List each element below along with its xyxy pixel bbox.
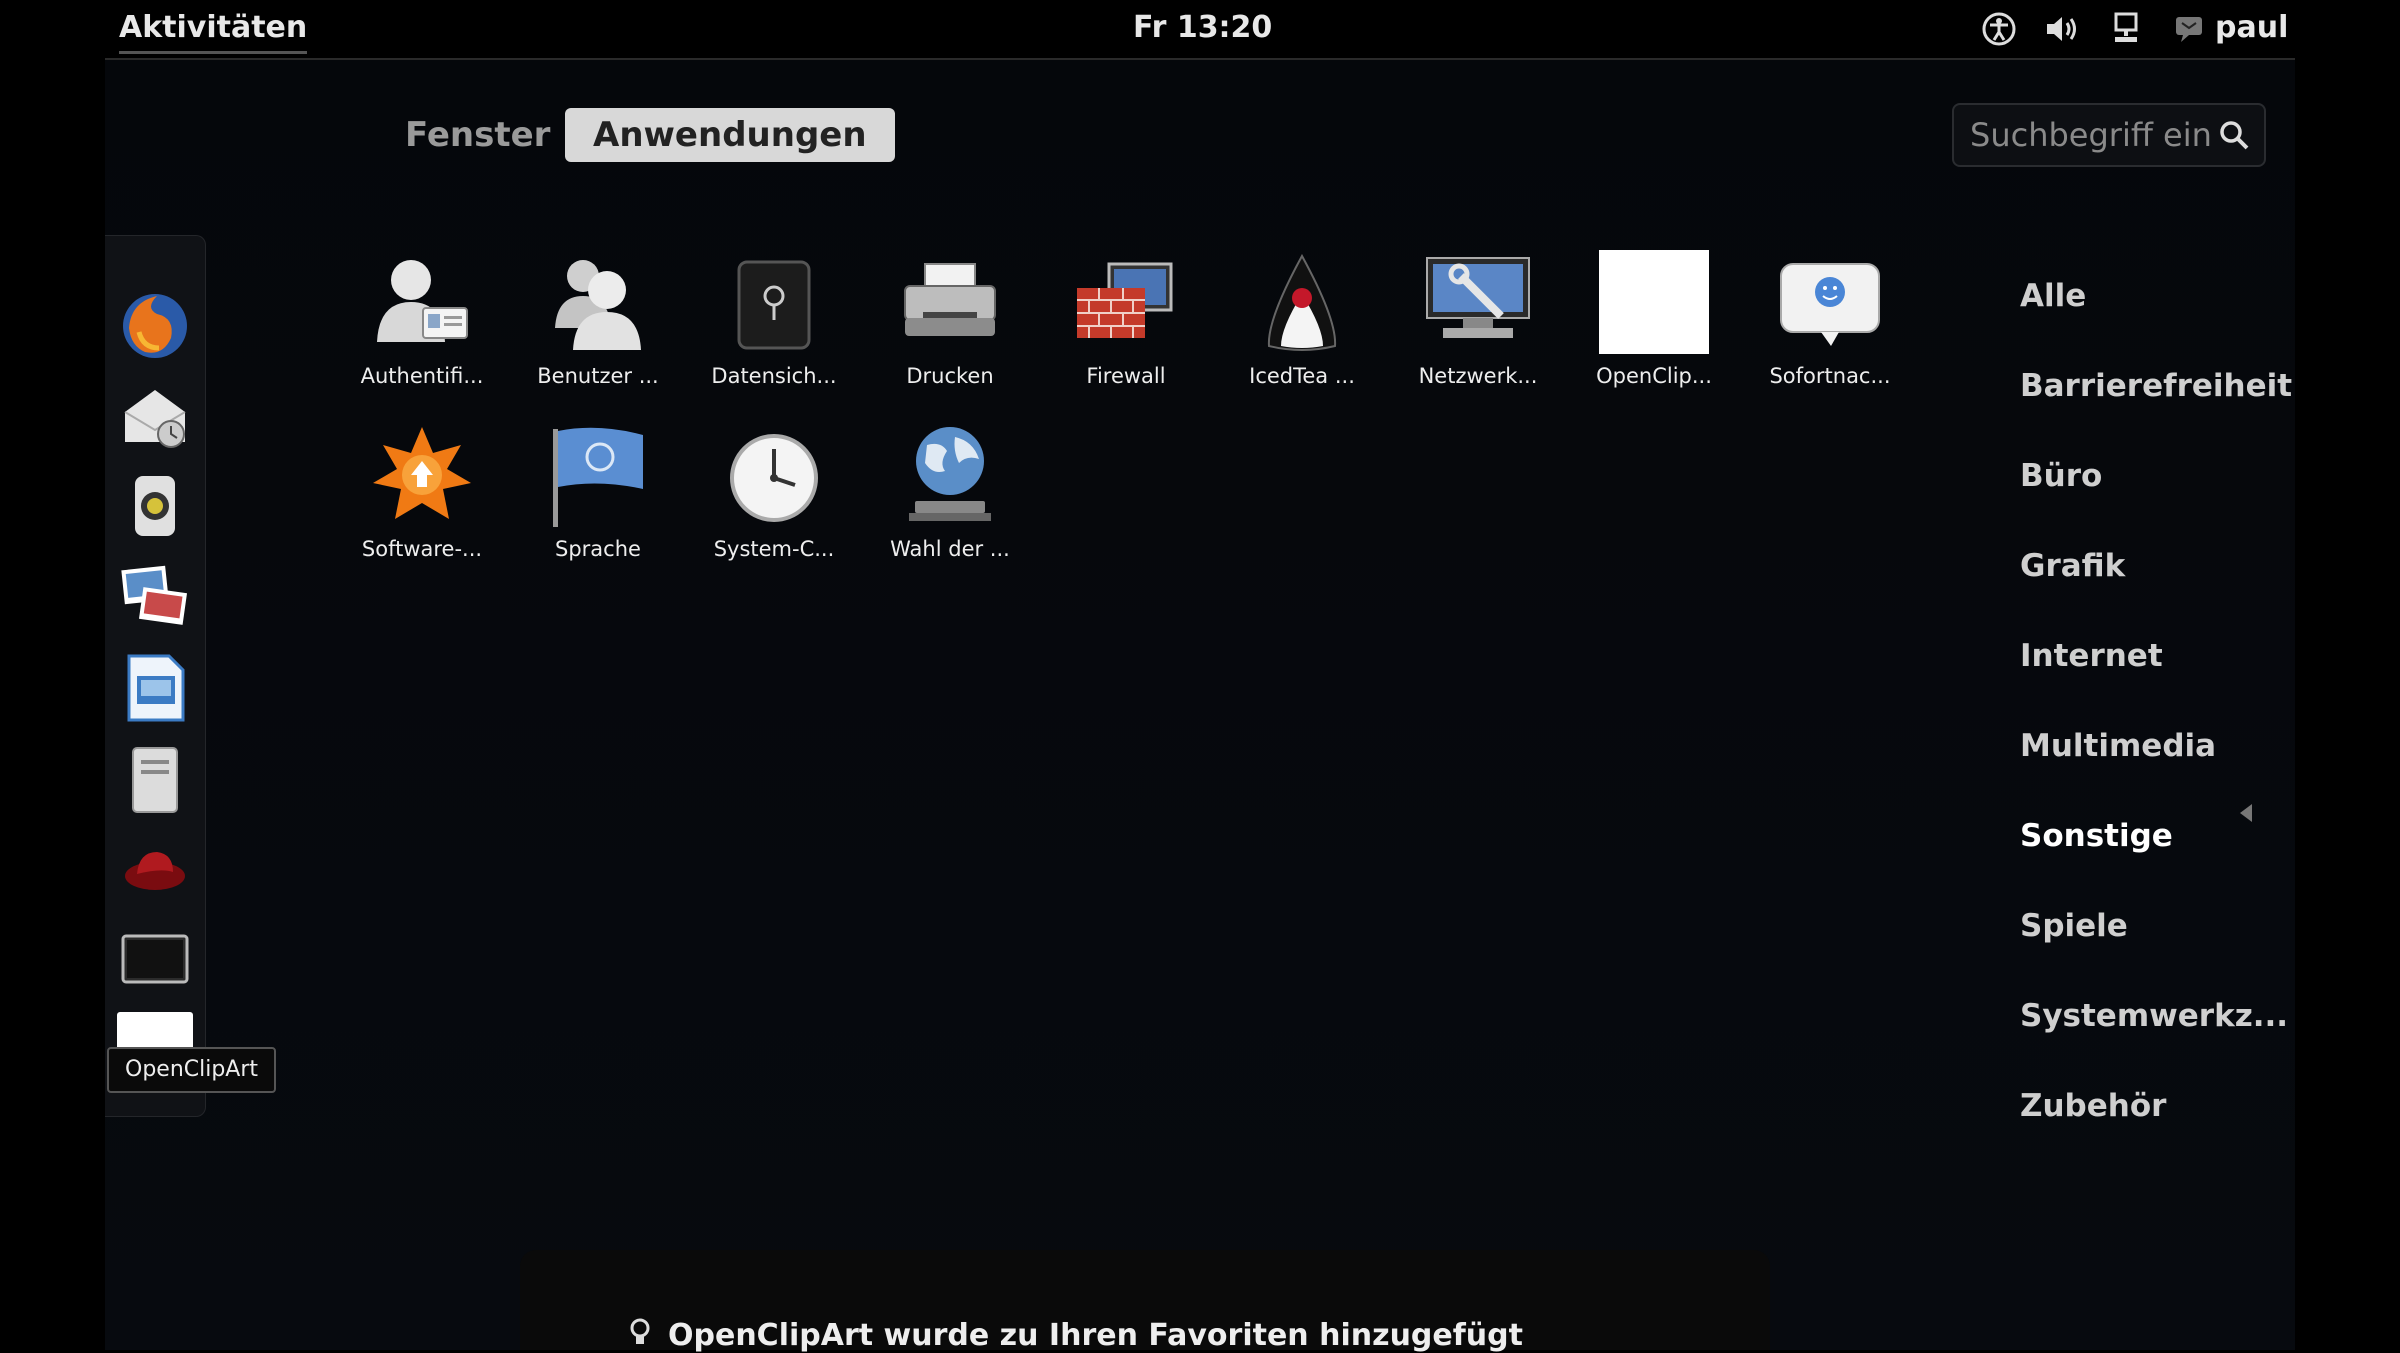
category-other[interactable]: Sonstige xyxy=(2020,818,2173,854)
app-label: System-C... xyxy=(713,537,835,561)
users-icon xyxy=(555,260,641,350)
category-games[interactable]: Spiele xyxy=(2020,908,2128,944)
user-menu[interactable]: paul xyxy=(2215,10,2288,45)
terminal-icon[interactable] xyxy=(117,922,193,998)
firefox-icon[interactable] xyxy=(117,288,193,364)
tab-applications[interactable]: Anwendungen xyxy=(565,108,895,162)
selected-category-arrow-icon xyxy=(2240,804,2252,822)
app-label: Wahl der ... xyxy=(890,537,1010,561)
clock[interactable]: Fr 13:20 xyxy=(1133,10,1272,45)
lightbulb-icon xyxy=(630,1318,650,1344)
firewall-icon xyxy=(1077,262,1173,338)
app-language[interactable]: Sprache xyxy=(513,423,683,561)
search-icon xyxy=(2220,121,2249,150)
category-graphics[interactable]: Grafik xyxy=(2020,548,2125,584)
redhat-icon[interactable] xyxy=(117,832,193,908)
globe-icon xyxy=(909,427,991,521)
software-update-icon xyxy=(373,427,471,519)
category-office[interactable]: Büro xyxy=(2020,458,2102,494)
rhythmbox-icon[interactable] xyxy=(117,468,193,544)
search-input[interactable] xyxy=(1968,115,2222,155)
shotwell-icon[interactable] xyxy=(117,558,193,634)
app-mirror-choice[interactable]: Wahl der ... xyxy=(865,423,1035,561)
app-label: Firewall xyxy=(1086,364,1166,388)
category-system-tools[interactable]: Systemwerkz... xyxy=(2020,998,2288,1034)
app-backup[interactable]: Datensich... xyxy=(689,250,859,388)
app-empathy[interactable]: Sofortnac... xyxy=(1745,250,1915,388)
volume-icon[interactable] xyxy=(2043,12,2081,46)
backup-safe-icon xyxy=(737,260,811,350)
tab-windows[interactable]: Fenster xyxy=(377,108,578,162)
category-all[interactable]: Alle xyxy=(2020,278,2086,314)
openclipart-icon xyxy=(1599,250,1709,354)
notification-text: OpenClipArt wurde zu Ihren Favoriten hin… xyxy=(668,1318,1523,1353)
category-multimedia[interactable]: Multimedia xyxy=(2020,728,2216,764)
printer-icon xyxy=(904,263,996,336)
app-openclipart[interactable]: OpenClip... xyxy=(1569,250,1739,388)
app-icedtea[interactable]: IcedTea ... xyxy=(1217,250,1387,388)
app-label: Drucken xyxy=(906,364,994,388)
app-label: Sofortnac... xyxy=(1769,364,1891,388)
dash-tooltip: OpenClipArt xyxy=(107,1047,277,1093)
category-accessibility[interactable]: Barrierefreiheit xyxy=(2020,368,2292,404)
java-duke-icon xyxy=(1267,253,1337,351)
category-accessories[interactable]: Zubehör xyxy=(2020,1088,2166,1124)
app-label: IcedTea ... xyxy=(1249,364,1355,388)
app-label: OpenClip... xyxy=(1596,364,1712,388)
accessibility-icon[interactable] xyxy=(1980,12,2018,46)
activities-button[interactable]: Aktivitäten xyxy=(119,10,308,54)
evolution-mail-icon[interactable] xyxy=(117,378,193,454)
app-system-clock[interactable]: System-C... xyxy=(689,423,859,561)
category-internet[interactable]: Internet xyxy=(2020,638,2163,674)
top-bar: Aktivitäten Fr 13:20 paul xyxy=(105,0,2295,60)
app-label: Software-... xyxy=(361,537,483,561)
app-label: Netzwerk... xyxy=(1418,364,1538,388)
app-label: Authentifi... xyxy=(360,364,484,388)
app-label: Benutzer ... xyxy=(537,364,659,388)
empathy-chat-icon xyxy=(1780,263,1880,346)
app-authentication[interactable]: Authentifi... xyxy=(337,250,507,388)
app-label: Sprache xyxy=(555,537,641,561)
network-tools-icon xyxy=(1426,257,1530,338)
network-icon[interactable] xyxy=(2107,12,2145,46)
app-firewall[interactable]: Firewall xyxy=(1041,250,1211,388)
search-box[interactable] xyxy=(1952,103,2266,167)
chat-icon[interactable] xyxy=(2173,12,2211,46)
app-network-tools[interactable]: Netzwerk... xyxy=(1393,250,1563,388)
app-software-update[interactable]: Software-... xyxy=(337,423,507,561)
language-flag-icon xyxy=(553,427,643,527)
user-card-icon xyxy=(377,260,468,342)
app-users[interactable]: Benutzer ... xyxy=(513,250,683,388)
notification-banner[interactable]: OpenClipArt wurde zu Ihren Favoriten hin… xyxy=(520,1250,1770,1353)
app-label: Datensich... xyxy=(711,364,837,388)
files-icon[interactable] xyxy=(117,742,193,818)
libreoffice-writer-icon[interactable] xyxy=(117,650,193,726)
app-printing[interactable]: Drucken xyxy=(865,250,1035,388)
clock-icon xyxy=(730,434,818,522)
overview: Fenster Anwendungen Suchbegriff ein Open… xyxy=(105,60,2295,1350)
dash xyxy=(105,235,206,1117)
